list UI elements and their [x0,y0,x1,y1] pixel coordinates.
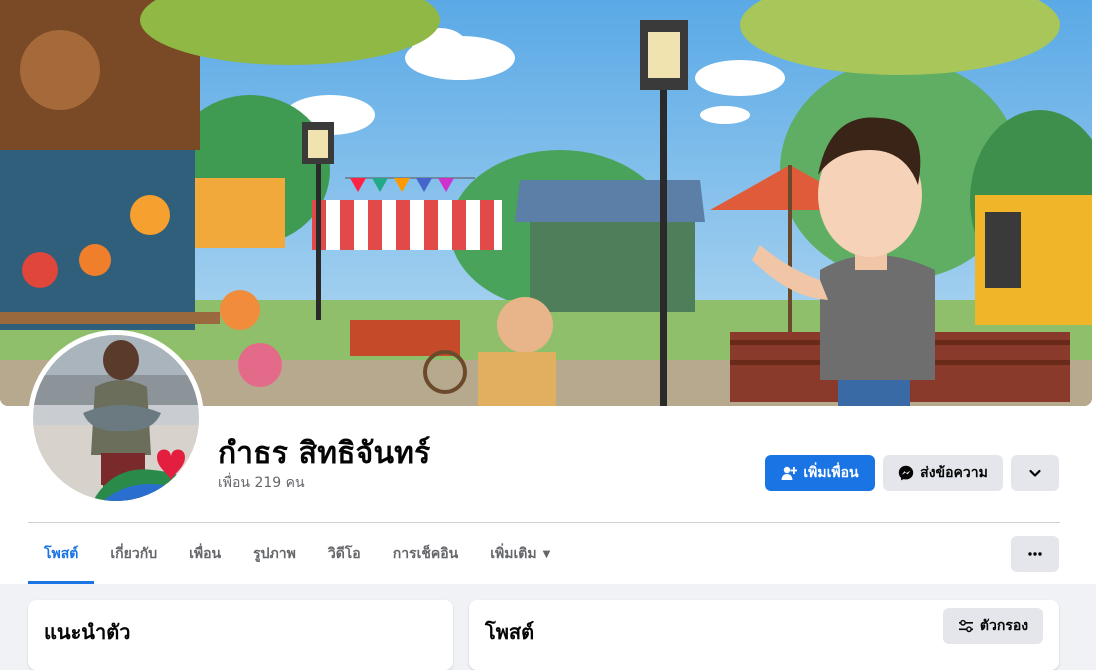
filter-label: ตัวกรอง [979,618,1029,634]
tab-posts[interactable]: โพสต์ [28,524,95,584]
tab-photos-label: รูปภาพ [253,546,296,562]
message-button[interactable]: ส่งข้อความ [883,455,1003,491]
tab-friends[interactable]: เพื่อน [173,524,237,584]
profile-picture[interactable] [33,335,199,501]
tab-more[interactable]: เพิ่มเติม ▼ [474,524,566,584]
filter-button[interactable]: ตัวกรอง [943,608,1043,644]
more-actions-dropdown-button[interactable] [1011,455,1059,491]
chevron-down-icon [1028,466,1042,480]
header-divider [28,522,1060,523]
tab-friends-label: เพื่อน [189,546,222,562]
intro-title: แนะนำตัว [44,620,131,644]
posts-title: โพสต์ [485,620,535,644]
caret-down-icon: ▼ [542,548,551,560]
heart-frame-overlay [93,449,199,501]
intro-card: แนะนำตัว [28,600,453,670]
tab-videos-label: วิดีโอ [327,546,361,562]
profile-header: กำธร สิทธิจันทร์ เพื่อน 219 คน เพิ่มเพื่… [0,0,1096,584]
filter-icon [958,618,974,634]
profile-tabs: โพสต์ เกี่ยวกับ เพื่อน รูปภาพ วิดีโอ การ… [28,524,566,584]
tab-videos[interactable]: วิดีโอ [312,524,377,584]
profile-name: กำธร สิทธิจันทร์ [218,436,431,471]
more-dots-icon [1027,546,1043,562]
more-options-button[interactable] [1011,536,1059,572]
tab-about-label: เกี่ยวกับ [110,546,158,562]
message-label: ส่งข้อความ [920,465,988,481]
tab-checkins-label: การเช็คอิน [392,546,459,562]
friend-count-link[interactable]: เพื่อน 219 คน [218,472,305,494]
tab-about[interactable]: เกี่ยวกับ [94,524,173,584]
tab-posts-label: โพสต์ [44,546,79,562]
posts-card: โพสต์ ตัวกรอง [469,600,1059,670]
add-friend-label: เพิ่มเพื่อน [803,465,859,481]
tab-photos[interactable]: รูปภาพ [237,524,312,584]
add-friend-icon [781,465,798,481]
tab-more-label: เพิ่มเติม [490,546,537,562]
messenger-icon [898,465,914,481]
add-friend-button[interactable]: เพิ่มเพื่อน [765,455,875,491]
tab-checkins[interactable]: การเช็คอิน [377,524,475,584]
